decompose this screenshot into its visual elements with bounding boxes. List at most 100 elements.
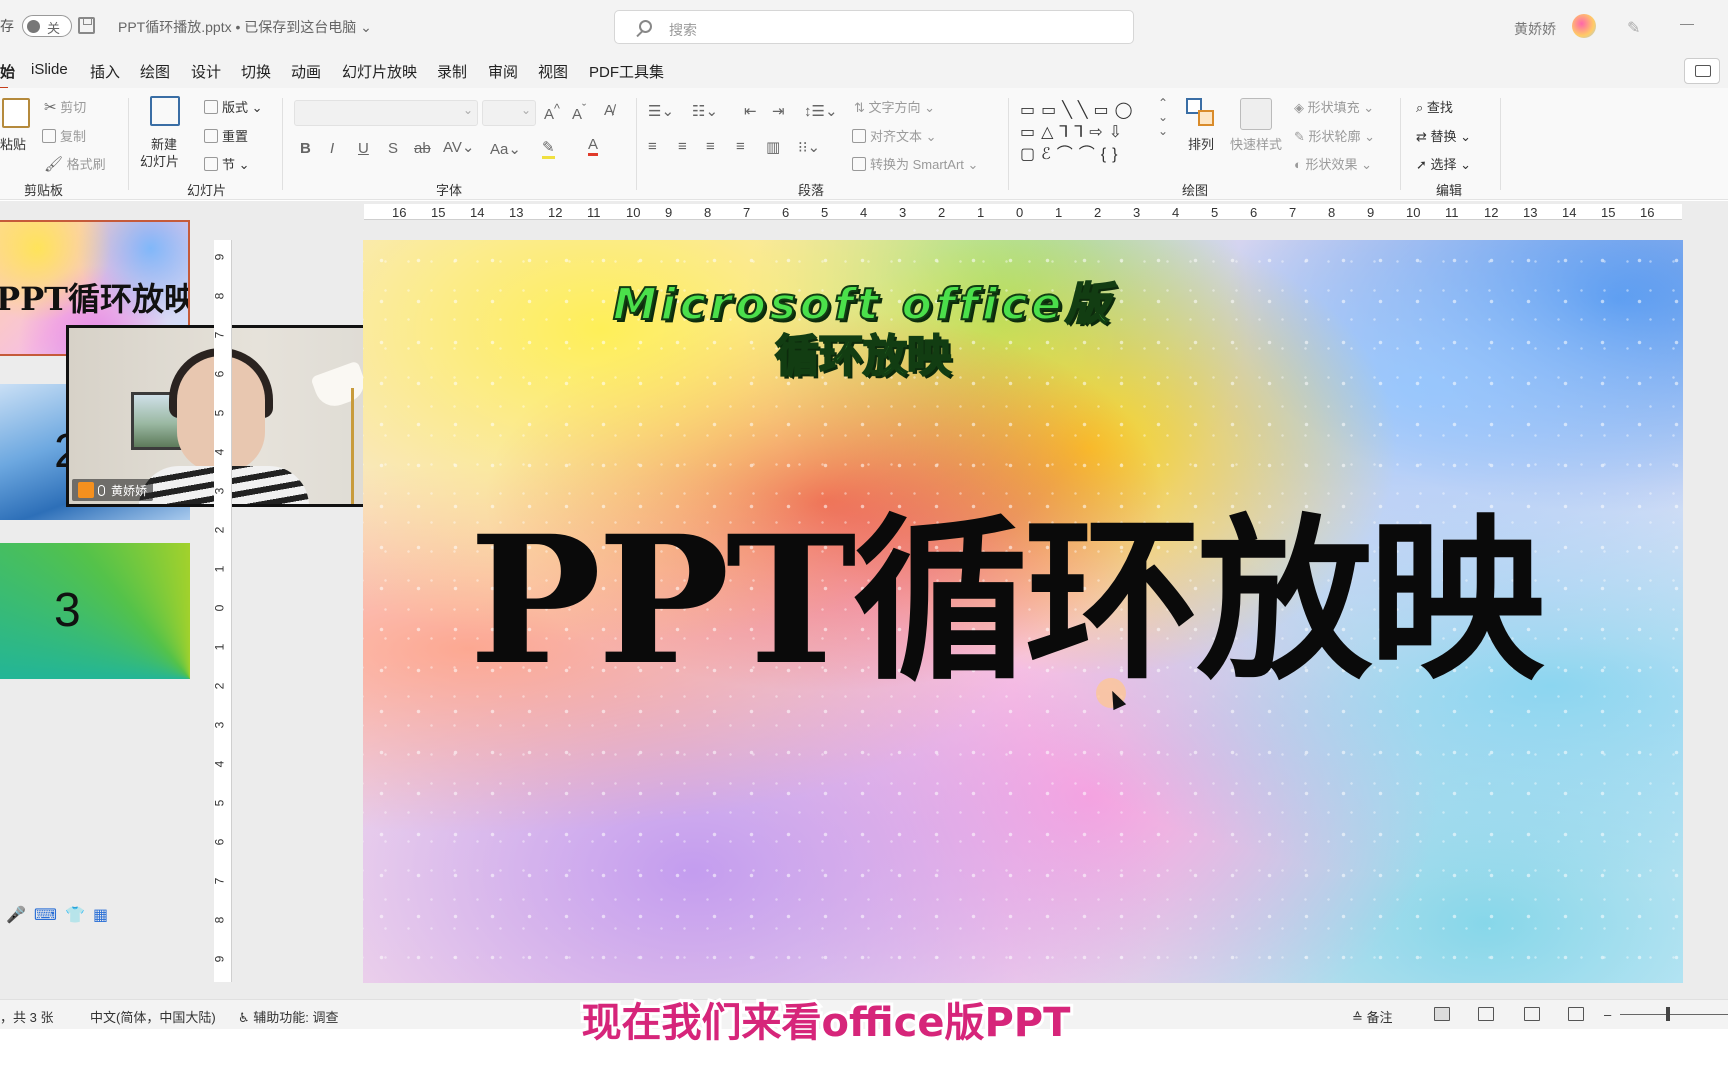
ruler-tick-label: 5 (821, 205, 829, 220)
ruler-tick-label: 8 (704, 205, 712, 220)
microphone-icon (98, 484, 105, 496)
search-input[interactable]: 搜索 (614, 10, 1134, 44)
horizontal-ruler[interactable]: 16 15 14 13 12 11 10 9 8 7 6 5 4 3 2 1 0 1 2 3 4 5 6 7 8 9 10 11 12 1… (364, 204, 1682, 220)
slide-thumbnail-3[interactable]: 3 (0, 543, 190, 679)
paste-button[interactable]: 粘贴 (0, 134, 26, 153)
tab-record[interactable]: 录制 (437, 61, 467, 82)
arrange-button[interactable]: 排列 (1188, 134, 1214, 153)
shapes-gallery[interactable]: ▭▭╲╲▭◯ ▭△⅂⅂⇨⇩ ▢ℰ⌒⌒{} (1020, 100, 1168, 168)
ruler-tick-label: 10 (626, 205, 641, 220)
find-button[interactable]: ⌕ 查找 (1416, 97, 1453, 116)
minimize-button[interactable] (1680, 24, 1694, 25)
align-center-icon[interactable]: ≡ (678, 138, 687, 155)
replace-button[interactable]: ⇄ 替换 ⌄ (1416, 126, 1471, 145)
smartart-button[interactable]: 转换为 SmartArt ⌄ (852, 154, 978, 173)
line-spacing-icon[interactable]: ↕☰⌄ (804, 102, 838, 120)
align-left-icon[interactable]: ≡ (648, 138, 657, 155)
align-right-icon[interactable]: ≡ (706, 138, 715, 155)
tab-pdf-tools[interactable]: PDF工具集 (589, 61, 664, 82)
pen-icon[interactable]: ✎ (1627, 18, 1645, 37)
autosave-control[interactable]: 存 关 (0, 15, 72, 37)
webcam-name-tag: 黄娇娇 (72, 479, 154, 501)
tab-transitions[interactable]: 切换 (241, 61, 271, 82)
tab-slideshow[interactable]: 幻灯片放映 (342, 61, 417, 82)
increase-font-icon[interactable]: A^ (544, 102, 560, 123)
user-name[interactable]: 黄娇娇 (1514, 19, 1556, 39)
bold-icon[interactable]: B (300, 140, 311, 157)
tab-design[interactable]: 设计 (191, 61, 221, 82)
columns-icon[interactable]: ▥ (766, 138, 780, 156)
font-color-icon[interactable]: A (588, 136, 599, 156)
save-icon[interactable] (78, 17, 95, 34)
document-title[interactable]: PPT循环播放.pptx • 已保存到这台电脑 ⌄ (118, 17, 372, 37)
shirt-icon[interactable]: 👕 (65, 905, 85, 929)
tab-animations[interactable]: 动画 (291, 61, 321, 82)
shape-outline-button[interactable]: ✎ 形状轮廓 ⌄ (1294, 126, 1375, 145)
italic-icon[interactable]: I (330, 140, 334, 157)
gallery-scroll-icon[interactable]: ⌃ ⌄ ⌄ (1158, 96, 1168, 138)
tab-home[interactable]: 始 (0, 61, 15, 90)
bullets-icon[interactable]: ☰⌄ (648, 102, 674, 120)
ruler-tick-label: 3 (212, 721, 227, 729)
font-name-combo[interactable] (294, 100, 478, 126)
highlight-icon[interactable]: ✎ (542, 138, 555, 159)
tab-draw[interactable]: 绘图 (140, 61, 170, 82)
autosave-toggle[interactable]: 关 (22, 15, 72, 37)
decrease-font-icon[interactable]: Aˇ (572, 102, 586, 123)
new-slide-label-2[interactable]: 幻灯片 (140, 151, 179, 170)
slide-main-title[interactable]: PPT循环放映 (469, 458, 1669, 713)
paste-icon[interactable] (2, 98, 30, 128)
floor-lamp-pole (351, 388, 354, 504)
tab-insert[interactable]: 插入 (90, 61, 120, 82)
keyboard-icon[interactable]: ⌨ (34, 905, 57, 929)
clear-format-icon[interactable]: A̸ (604, 102, 614, 119)
change-case-icon[interactable]: Aa⌄ (490, 140, 521, 158)
shape-fill-button[interactable]: ◈ 形状填充 ⌄ (1294, 97, 1374, 116)
avatar[interactable] (1572, 14, 1596, 38)
vertical-ruler[interactable]: 9 8 7 6 5 4 3 2 1 0 1 2 3 4 5 6 7 8 9 (212, 240, 232, 982)
comments-button[interactable] (1684, 58, 1720, 84)
ruler-tick-label: 8 (212, 916, 227, 924)
tab-islide[interactable]: iSlide (31, 61, 68, 78)
copy-button[interactable]: 复制 (42, 126, 86, 145)
underline-icon[interactable]: U (358, 140, 369, 157)
align-text-icon (852, 129, 866, 143)
character-spacing-icon[interactable]: AV⌄ (443, 138, 474, 156)
section-button[interactable]: 节 ⌄ (204, 154, 250, 173)
shadow-icon[interactable]: S (388, 140, 398, 157)
smartart-icon (852, 157, 866, 171)
decrease-indent-icon[interactable]: ⇤ (744, 102, 757, 120)
new-slide-icon[interactable] (150, 96, 180, 126)
align-text-button[interactable]: 对齐文本 ⌄ (852, 126, 937, 145)
font-size-combo[interactable] (482, 100, 536, 126)
ruler-tick-label: 9 (212, 253, 227, 261)
layout-button[interactable]: 版式 ⌄ (204, 97, 263, 116)
tab-review[interactable]: 审阅 (488, 61, 518, 82)
shape-fill-label: 形状填充 (1307, 100, 1360, 115)
tab-view[interactable]: 视图 (538, 61, 568, 82)
strikethrough-icon[interactable]: ab (414, 140, 431, 157)
quick-styles-button[interactable]: 快速样式 (1230, 134, 1282, 153)
microphone-icon[interactable]: 🎤 (6, 905, 26, 929)
cut-button[interactable]: ✂ 剪切 (44, 97, 86, 116)
ruler-tick-label: 1 (212, 643, 227, 651)
divider (1400, 98, 1401, 190)
ruler-tick-label: 1 (1055, 205, 1063, 220)
font-group-label: 字体 (436, 183, 463, 198)
select-button[interactable]: ➚ 选择 ⌄ (1416, 154, 1471, 173)
distribute-icon[interactable]: ⁝⁝⌄ (798, 138, 820, 156)
justify-icon[interactable]: ≡ (736, 138, 745, 155)
shape-effects-button[interactable]: ◐ 形状效果 ⌄ (1294, 154, 1372, 173)
quick-styles-icon[interactable] (1240, 98, 1272, 130)
slide-subtitle-line-2[interactable]: 循环放映 (363, 320, 1363, 384)
reset-button[interactable]: 重置 (204, 126, 248, 145)
text-direction-button[interactable]: ⇅ 文字方向 ⌄ (854, 97, 935, 116)
ruler-tick-label: 15 (1601, 205, 1616, 220)
format-painter-button[interactable]: 🖌 格式刷 (44, 154, 106, 173)
ruler-tick-label: 15 (431, 205, 446, 220)
increase-indent-icon[interactable]: ⇥ (772, 102, 785, 120)
slide-canvas[interactable]: Microsoft office版 循环放映 PPT循环放映 (363, 240, 1683, 983)
numbering-icon[interactable]: ☷⌄ (692, 102, 718, 120)
arrange-icon[interactable] (1186, 98, 1216, 128)
grid-icon[interactable]: ▦ (93, 905, 108, 929)
